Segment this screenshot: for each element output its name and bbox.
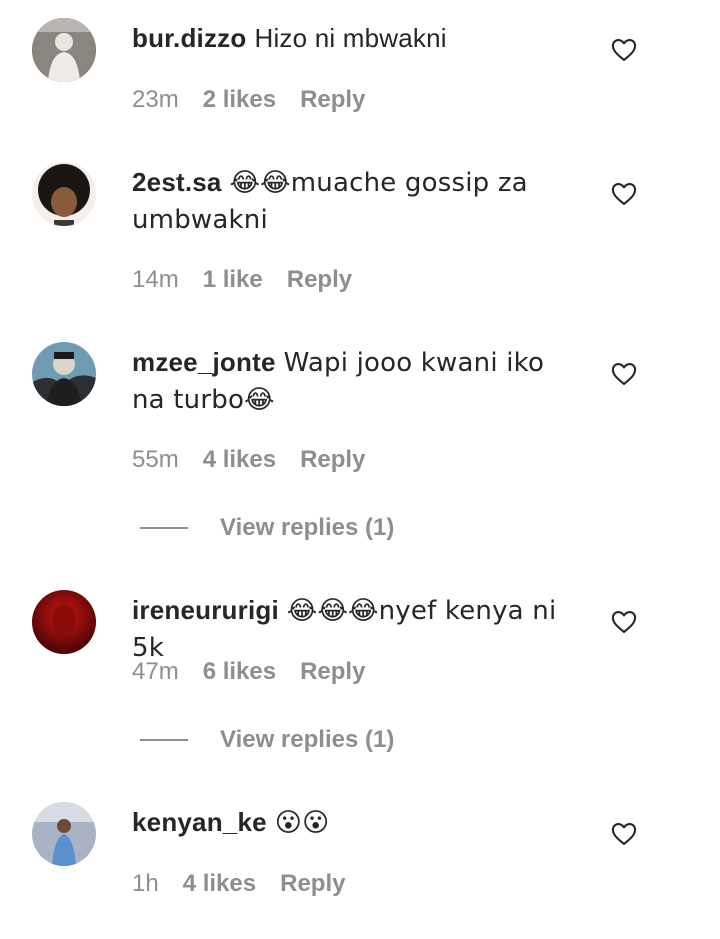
- comment-meta: 55m 4 likes Reply: [132, 446, 365, 474]
- comment-likes[interactable]: 4 likes: [203, 446, 276, 474]
- comment-likes[interactable]: 6 likes: [203, 658, 276, 686]
- avatar-kenyan-ke[interactable]: [32, 802, 96, 866]
- comment-meta: 14m 1 like Reply: [132, 266, 352, 294]
- reply-button[interactable]: Reply: [300, 658, 365, 686]
- view-replies-label[interactable]: View replies (1): [220, 514, 394, 542]
- comment-likes[interactable]: 1 like: [203, 266, 263, 294]
- comment-meta: 1h 4 likes Reply: [132, 870, 345, 898]
- comment-likes[interactable]: 2 likes: [203, 86, 276, 114]
- view-replies[interactable]: View replies (1): [140, 726, 394, 754]
- comment-body: kenyan_ke 😮😮: [132, 804, 572, 841]
- view-replies-label[interactable]: View replies (1): [220, 726, 394, 754]
- heart-icon[interactable]: [610, 360, 638, 388]
- comment-username[interactable]: ireneururigi: [132, 595, 279, 625]
- divider-line: [140, 739, 188, 741]
- avatar-mzee-jonte[interactable]: [32, 342, 96, 406]
- comment-text: 😮😮: [274, 808, 330, 838]
- reply-button[interactable]: Reply: [280, 870, 345, 898]
- heart-icon[interactable]: [610, 180, 638, 208]
- comment-time: 47m: [132, 658, 179, 685]
- comment-body: bur.dizzo Hizo ni mbwakni: [132, 20, 572, 56]
- reply-button[interactable]: Reply: [300, 446, 365, 474]
- divider-line: [140, 527, 188, 529]
- heart-icon[interactable]: [610, 820, 638, 848]
- avatar-2est-sa[interactable]: [32, 162, 96, 226]
- comment-username[interactable]: kenyan_ke: [132, 807, 267, 837]
- avatar-bur-dizzo[interactable]: [32, 18, 96, 82]
- comment-username[interactable]: 2est.sa: [132, 167, 222, 197]
- comment-body: mzee_jonte Wapi jooo kwani iko na turbo😂: [132, 344, 572, 418]
- comment-username[interactable]: bur.dizzo: [132, 23, 246, 53]
- comment-time: 55m: [132, 446, 179, 473]
- comment-meta: 23m 2 likes Reply: [132, 86, 365, 114]
- comment-time: 23m: [132, 86, 179, 113]
- comment-body: ireneururigi 😂😂😂nyef kenya ni 5k: [132, 592, 572, 666]
- comment-meta: 47m 6 likes Reply: [132, 658, 365, 686]
- view-replies[interactable]: View replies (1): [140, 514, 394, 542]
- comment-time: 1h: [132, 870, 159, 897]
- reply-button[interactable]: Reply: [287, 266, 352, 294]
- comment-body: 2est.sa 😂😂muache gossip za umbwakni: [132, 164, 572, 238]
- comment-likes[interactable]: 4 likes: [183, 870, 256, 898]
- comment-text: Hizo ni mbwakni: [254, 23, 447, 53]
- comment-username[interactable]: mzee_jonte: [132, 347, 276, 377]
- reply-button[interactable]: Reply: [300, 86, 365, 114]
- avatar-ireneururigi[interactable]: [32, 590, 96, 654]
- heart-icon[interactable]: [610, 608, 638, 636]
- heart-icon[interactable]: [610, 36, 638, 64]
- comment-time: 14m: [132, 266, 179, 293]
